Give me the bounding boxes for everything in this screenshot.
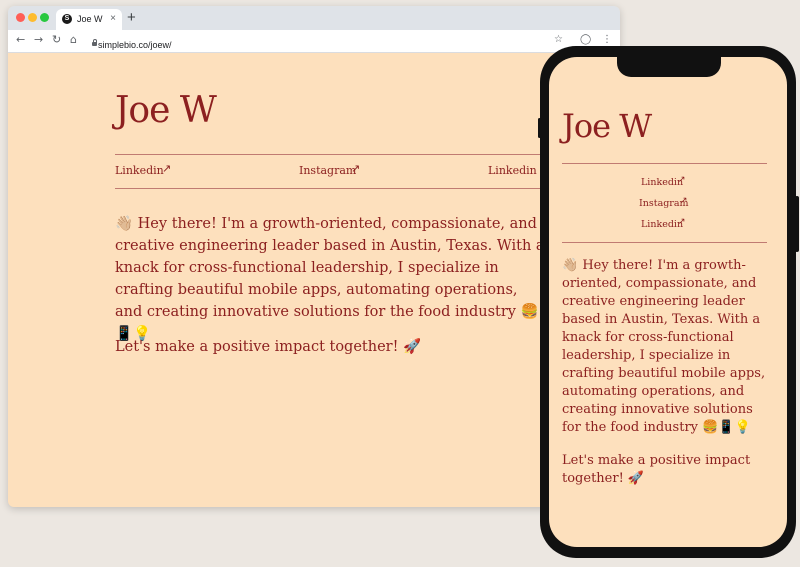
tab-bar: S Joe W × + xyxy=(8,6,620,30)
maximize-window-button[interactable] xyxy=(40,13,49,22)
profile-name: Joe W xyxy=(115,90,217,131)
address-bar[interactable]: simplebio.co/joew/ xyxy=(98,40,172,50)
close-window-button[interactable] xyxy=(16,13,25,22)
external-link-icon: ↗ xyxy=(680,196,688,206)
browser-tab[interactable]: S Joe W × xyxy=(56,9,122,30)
link-linkedin-2[interactable]: Linkedin xyxy=(641,219,683,230)
browser-toolbar: ← → ↻ ⌂ simplebio.co/joew/ ☆ ◯ ⋮ xyxy=(8,30,620,53)
phone-side-button xyxy=(538,118,541,138)
external-link-icon: ↗ xyxy=(678,175,686,185)
phone-screen: Joe W Linkedin ↗ Instagram ↗ Linkedin ↗ … xyxy=(549,57,787,547)
tab-title: Joe W xyxy=(77,14,103,24)
reload-icon[interactable]: ↻ xyxy=(52,33,61,46)
home-icon[interactable]: ⌂ xyxy=(70,33,77,46)
minimize-window-button[interactable] xyxy=(28,13,37,22)
bookmark-star-icon[interactable]: ☆ xyxy=(554,34,563,45)
external-link-icon: ↗ xyxy=(678,217,686,227)
divider xyxy=(562,242,767,243)
tab-close-icon[interactable]: × xyxy=(110,13,116,24)
lock-icon xyxy=(92,39,97,46)
phone-mockup: Joe W Linkedin ↗ Instagram ↗ Linkedin ↗ … xyxy=(538,46,799,558)
cta-text: Let's make a positive impact together! 🚀 xyxy=(562,453,751,486)
phone-power-button xyxy=(795,196,799,252)
profile-icon[interactable]: ◯ xyxy=(580,34,591,45)
external-link-icon: ↗ xyxy=(351,162,361,175)
link-linkedin-2[interactable]: Linkedin xyxy=(488,164,537,177)
site-favicon-icon: S xyxy=(62,14,72,24)
profile-name: Joe W xyxy=(562,107,652,145)
browser-window: S Joe W × + ← → ↻ ⌂ simplebio.co/joew/ ☆… xyxy=(8,6,620,507)
link-linkedin[interactable]: Linkedin xyxy=(115,164,164,177)
external-link-icon: ↗ xyxy=(162,162,172,175)
divider xyxy=(562,163,767,164)
phone-notch xyxy=(617,57,721,77)
bio-text: 👋🏼 Hey there! I'm a growth-oriented, com… xyxy=(562,258,766,435)
forward-icon[interactable]: → xyxy=(34,33,43,46)
bio-text: 👋🏼 Hey there! I'm a growth-oriented, com… xyxy=(115,216,545,342)
new-tab-button[interactable]: + xyxy=(127,9,136,26)
link-instagram[interactable]: Instagram xyxy=(299,164,356,177)
back-icon[interactable]: ← xyxy=(16,33,25,46)
link-linkedin[interactable]: Linkedin xyxy=(641,177,683,188)
menu-icon[interactable]: ⋮ xyxy=(602,34,612,45)
cta-text: Let's make a positive impact together! 🚀 xyxy=(115,339,422,355)
